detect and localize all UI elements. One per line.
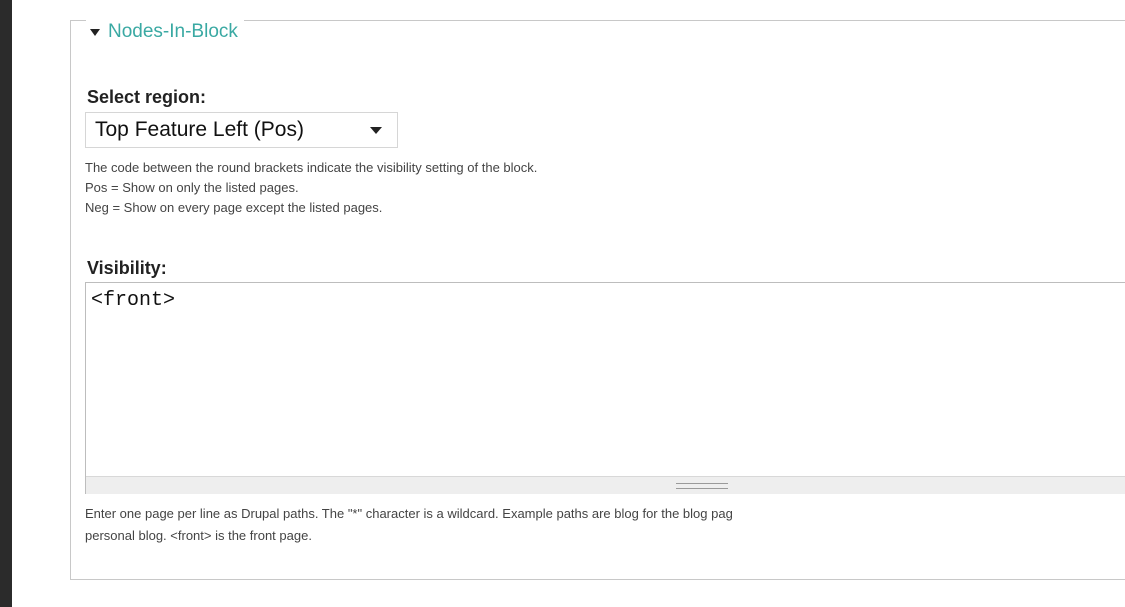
visibility-label: Visibility: — [87, 258, 167, 278]
visibility-help-line-1: Enter one page per line as Drupal paths.… — [85, 506, 733, 521]
textarea-resize-handle[interactable] — [86, 476, 1125, 494]
visibility-textarea-value: <front> — [91, 289, 176, 312]
collapse-triangle-icon — [90, 29, 100, 36]
region-help-line-3: Neg = Show on every page except the list… — [85, 200, 383, 215]
region-help-line-1: The code between the round brackets indi… — [85, 160, 538, 175]
visibility-help-line-2: personal blog. <front> is the front page… — [85, 528, 312, 543]
visibility-textarea[interactable]: <front> — [85, 282, 1125, 494]
left-edge-bar — [0, 0, 12, 607]
region-select[interactable]: Top Feature Left (Pos) — [85, 112, 398, 148]
resize-grip-icon — [676, 483, 728, 489]
region-help-line-2: Pos = Show on only the listed pages. — [85, 180, 299, 195]
fieldset-toggle[interactable]: Nodes-In-Block — [90, 21, 238, 43]
fieldset-legend: Nodes-In-Block — [86, 20, 244, 44]
dropdown-arrow-icon — [370, 127, 382, 134]
region-select-value: Top Feature Left (Pos) — [95, 118, 304, 141]
select-region-label: Select region: — [87, 87, 207, 107]
fieldset-legend-text: Nodes-In-Block — [108, 21, 238, 42]
